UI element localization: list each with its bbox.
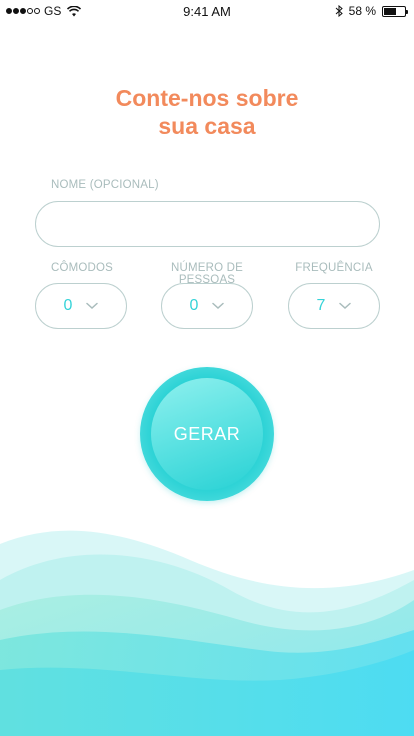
generate-button-label: GERAR: [151, 378, 263, 490]
rooms-select[interactable]: 0: [35, 283, 127, 329]
battery-icon: [382, 5, 408, 17]
battery-fill: [384, 7, 396, 15]
people-select[interactable]: 0: [161, 283, 253, 329]
frequency-label: FREQUÊNCIA: [295, 262, 373, 274]
rooms-label: CÔMODOS: [50, 262, 114, 274]
status-bar: GS 9:41 AM 58 %: [0, 0, 414, 22]
chevron-down-icon: [86, 302, 99, 310]
generate-button[interactable]: GERAR: [140, 367, 274, 501]
bluetooth-icon: [335, 5, 343, 17]
wave-background: [0, 530, 414, 736]
people-select-value: 0: [189, 297, 199, 314]
rooms-select-value: 0: [63, 297, 73, 314]
chevron-down-icon: [212, 302, 225, 310]
frequency-select-value: 7: [316, 297, 326, 314]
name-field-label: NOME (OPCIONAL): [51, 179, 159, 191]
status-right: 58 %: [335, 4, 408, 18]
battery-percent: 58 %: [348, 4, 376, 18]
name-input[interactable]: [35, 201, 380, 247]
page-title: Conte-nos sobre sua casa: [0, 84, 414, 140]
page-title-line-1: Conte-nos sobre: [115, 85, 299, 111]
frequency-select[interactable]: 7: [288, 283, 380, 329]
chevron-down-icon: [339, 302, 352, 310]
page-title-line-2: sua casa: [158, 113, 256, 139]
